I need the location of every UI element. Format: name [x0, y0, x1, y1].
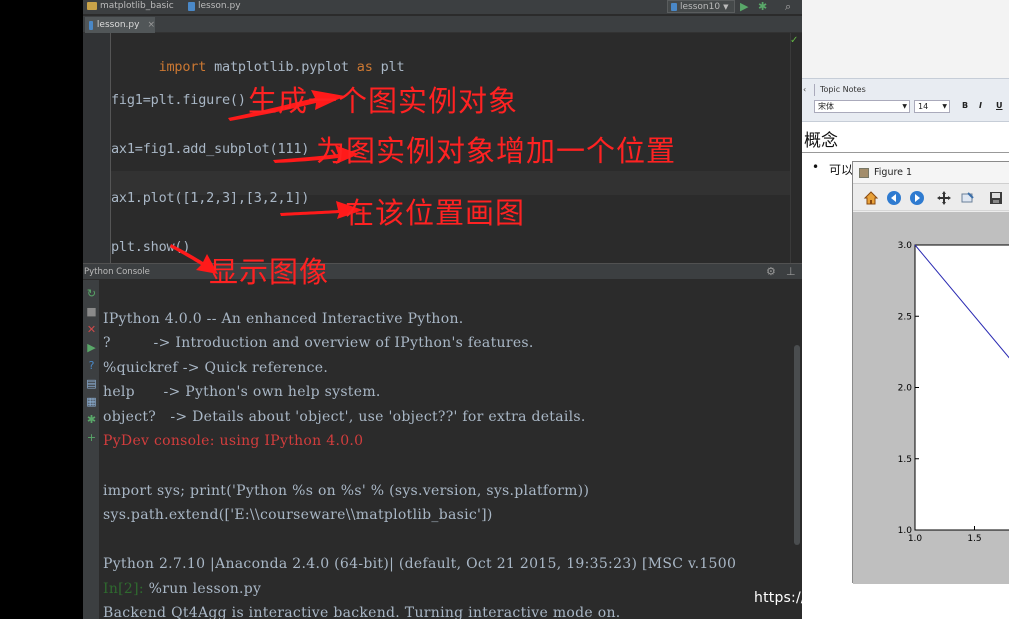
console-line: object? -> Details about 'object', use '… [103, 409, 586, 425]
annotation-note: 生成一个图实例对象 [248, 84, 519, 118]
plot-area: 3.02.52.01.51.01.0 1.5 [898, 241, 1009, 544]
console-line: PyDev console: using IPython 4.0.0 [103, 433, 364, 449]
close-icon[interactable]: ✕ [86, 324, 97, 335]
note-heading: 概念 [804, 131, 838, 151]
figure-titlebar[interactable]: Figure 1 [853, 162, 1009, 184]
font-select-value: 宋体 [818, 102, 834, 111]
console-scrollbar-thumb[interactable] [794, 345, 800, 545]
notes-app-chrome [802, 0, 1009, 80]
console-line: IPython 4.0.0 -- An enhanced Interactive… [103, 311, 464, 327]
save-icon[interactable] [987, 189, 1005, 207]
font-size-select[interactable]: 14 ▼ [914, 100, 950, 113]
notes-app-window: ‹ Topic Notes 宋体 ▼ 14 ▼ B I U 概念 • 可以 Fi… [802, 0, 1009, 619]
watermark: https://blog.csdn.net/qq_43498494 [754, 590, 1007, 606]
chevron-down-icon: ▼ [942, 103, 947, 110]
console-prompt: In[2]: [103, 581, 144, 597]
back-icon[interactable] [885, 189, 903, 207]
pycharm-window: matplotlib_basic lesson.py lesson10 ▼ ▶ … [83, 0, 802, 619]
console-line: ? -> Introduction and overview of IPytho… [103, 335, 534, 351]
heading-rule [802, 152, 1009, 153]
annotation-note: 显示图像 [209, 255, 330, 289]
y-tick-label: 2.0 [898, 384, 913, 394]
console-line: import sys; print('Python %s on %s' % (s… [103, 483, 590, 499]
console-line: %quickref -> Quick reference. [103, 360, 329, 376]
stop-icon[interactable]: ■ [86, 306, 97, 317]
tab-topic-notes[interactable]: Topic Notes [820, 85, 866, 94]
execute-icon[interactable]: ▶ [86, 342, 97, 353]
zoom-icon[interactable] [958, 189, 976, 207]
bold-button[interactable]: B [962, 101, 968, 110]
figure-app-icon [859, 168, 869, 178]
console-toolbar: ↻ ■ ✕ ▶ ? ▤ ▦ ✱ + [83, 280, 100, 619]
axes-frame [914, 244, 1009, 531]
x-tick-label: 1.0 [908, 534, 923, 544]
console-line: Backend Qt4Agg is interactive backend. T… [103, 605, 621, 619]
console-command: %run lesson.py [143, 581, 262, 597]
font-size-value: 14 [918, 102, 929, 111]
figure-title: Figure 1 [874, 167, 913, 178]
chevron-down-icon: ▼ [902, 103, 907, 110]
pan-icon[interactable] [935, 189, 953, 207]
figure-toolbar [853, 185, 1009, 211]
figure-canvas[interactable]: 3.0 2.5 2.0 1.5 1.0 1.0 1.5 [853, 212, 1009, 584]
figure-window: Figure 1 3.0 2.5 2.0 1.5 1.0 1.0 1.5 [852, 161, 1009, 584]
bullet-icon: • [812, 160, 820, 174]
settings-icon[interactable]: ▦ [86, 396, 97, 407]
console-line: sys.path.extend(['E:\\courseware\\matplo… [103, 507, 493, 523]
bullet-text: 可以 [829, 163, 854, 177]
y-tick-label: 1.5 [898, 455, 912, 465]
underline-button[interactable]: U [996, 101, 1003, 110]
home-icon[interactable] [862, 189, 880, 207]
console-line: help -> Python's own help system. [103, 384, 381, 400]
add-icon[interactable]: + [86, 432, 97, 443]
y-tick-label: 2.5 [898, 312, 912, 322]
console-input-line: In[2]: %run lesson.py [103, 581, 261, 597]
y-tick-label: 3.0 [898, 241, 913, 251]
debug-icon[interactable]: ✱ [86, 414, 97, 425]
console-line: Python 2.7.10 |Anaconda 2.4.0 (64-bit)| … [103, 556, 737, 572]
annotation-note: 在该位置画图 [345, 196, 526, 230]
font-select[interactable]: 宋体 ▼ [814, 100, 910, 113]
annotation-note: 为图实例对象增加一个位置 [316, 134, 677, 168]
divider [814, 84, 815, 96]
variables-icon[interactable]: ▤ [86, 378, 97, 389]
help-icon[interactable]: ? [86, 360, 97, 371]
italic-button[interactable]: I [979, 101, 982, 110]
forward-icon[interactable] [908, 189, 926, 207]
console-output[interactable]: IPython 4.0.0 -- An enhanced Interactive… [100, 280, 800, 619]
x-tick-label: 1.5 [967, 534, 981, 544]
tab-scroll-icon[interactable]: ‹ [803, 85, 806, 94]
